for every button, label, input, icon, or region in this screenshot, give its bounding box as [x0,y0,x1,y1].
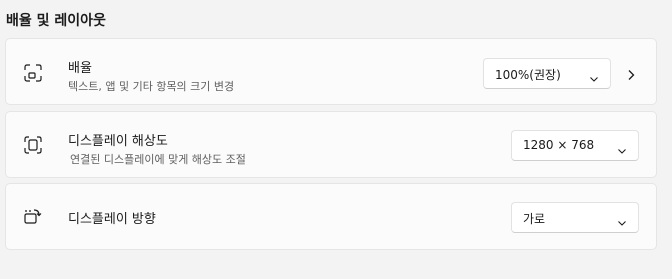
resolution-icon [23,135,43,155]
section-title: 배율 및 레이아웃 [6,13,106,29]
scale-dropdown[interactable]: 100%(권장) [483,58,611,89]
scale-setting-row[interactable]: 배율 텍스트, 앱 및 기타 항목의 크기 변경 100%(권장) [5,38,657,105]
resolution-dropdown-value: 1280 × 768 [523,138,595,152]
scale-icon [23,63,43,83]
chevron-down-icon [617,213,627,226]
orientation-dropdown-value: 가로 [523,212,546,226]
chevron-down-icon [617,141,627,154]
scale-dropdown-value: 100%(권장) [495,68,561,82]
resolution-title: 디스플레이 해상도 [68,134,168,149]
orientation-setting-row: 디스플레이 방향 가로 [5,183,657,250]
scale-title: 배율 [68,61,92,76]
scale-subtitle: 텍스트, 앱 및 기타 항목의 크기 변경 [68,80,235,93]
chevron-down-icon [589,69,599,82]
resolution-subtitle: 연결된 디스플레이에 맞게 해상도 조절 [70,153,246,166]
orientation-dropdown[interactable]: 가로 [511,202,639,233]
chevron-right-icon[interactable] [626,66,636,80]
orientation-title: 디스플레이 방향 [68,212,156,227]
orientation-icon [23,207,43,227]
resolution-setting-row: 디스플레이 해상도 연결된 디스플레이에 맞게 해상도 조절 1280 × 76… [5,111,657,178]
resolution-dropdown[interactable]: 1280 × 768 [511,130,639,161]
